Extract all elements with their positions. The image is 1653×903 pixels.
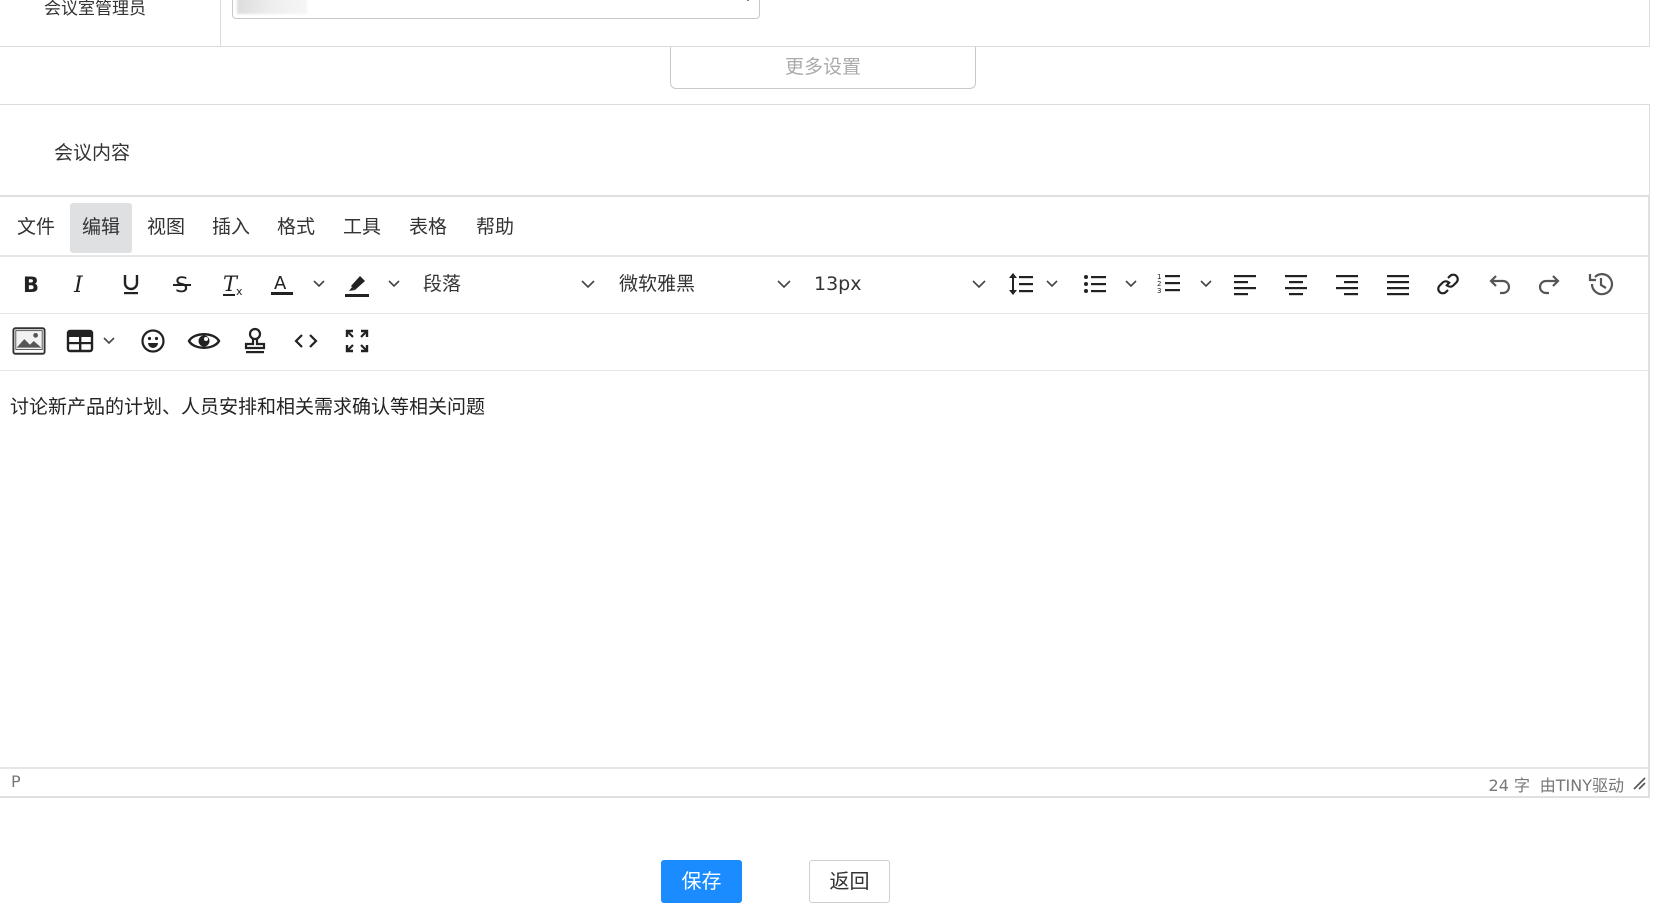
- bullet-list-icon[interactable]: [1078, 267, 1112, 301]
- more-settings-button[interactable]: 更多设置: [670, 47, 976, 89]
- selected-tag-blurred: [237, 0, 307, 14]
- menu-format[interactable]: 格式: [265, 203, 327, 253]
- back-button[interactable]: 返回: [809, 860, 890, 903]
- emoji-icon[interactable]: [136, 324, 170, 358]
- element-path[interactable]: P: [11, 772, 21, 791]
- chevron-down-icon[interactable]: [1197, 267, 1215, 301]
- block-format-select[interactable]: 段落: [423, 267, 596, 301]
- menu-help[interactable]: 帮助: [464, 203, 526, 253]
- chevron-down-icon[interactable]: [310, 267, 328, 301]
- text-color-icon[interactable]: A: [265, 267, 299, 301]
- svg-text:B: B: [23, 273, 39, 296]
- word-count[interactable]: 24 字: [1489, 772, 1530, 796]
- align-right-icon[interactable]: [1330, 267, 1364, 301]
- chevron-down-icon: [580, 267, 596, 301]
- line-height-icon[interactable]: [1004, 267, 1038, 301]
- font-size-select[interactable]: 13px: [814, 267, 987, 301]
- editor-content[interactable]: 讨论新产品的计划、人员安排和相关需求确认等相关问题: [10, 392, 485, 419]
- font-family-select[interactable]: 微软雅黑: [619, 267, 792, 301]
- editor-statusbar: P 24 字 由TINY驱动: [0, 767, 1648, 796]
- undo-icon[interactable]: [1482, 267, 1516, 301]
- bold-icon[interactable]: B: [13, 267, 47, 301]
- save-button[interactable]: 保存: [661, 860, 742, 903]
- meeting-room-admin-select[interactable]: ⌄: [232, 0, 760, 19]
- font-family-value: 微软雅黑: [619, 273, 696, 295]
- image-icon[interactable]: [12, 324, 46, 358]
- italic-icon[interactable]: I: [63, 267, 97, 301]
- meeting-room-admin-row: 会议室管理员 ⌄: [0, 0, 1650, 47]
- menu-view[interactable]: 视图: [135, 203, 197, 253]
- chevron-down-icon[interactable]: [1043, 267, 1061, 301]
- underline-icon[interactable]: [114, 267, 148, 301]
- font-size-value: 13px: [814, 273, 862, 295]
- numbered-list-icon[interactable]: 123: [1152, 267, 1186, 301]
- resize-handle-icon[interactable]: [1632, 775, 1646, 794]
- svg-text:x: x: [236, 285, 243, 297]
- menu-table[interactable]: 表格: [397, 203, 459, 253]
- block-format-value: 段落: [423, 273, 462, 295]
- clear-format-icon[interactable]: Tx: [216, 267, 250, 301]
- editor-menubar: 文件 编辑 视图 插入 格式 工具 表格 帮助: [0, 197, 1648, 257]
- fullscreen-icon[interactable]: [340, 324, 374, 358]
- svg-text:A: A: [274, 273, 287, 294]
- menu-tools[interactable]: 工具: [331, 203, 393, 253]
- meeting-room-admin-label: 会议室管理员: [44, 0, 146, 19]
- history-icon[interactable]: [1584, 267, 1618, 301]
- chevron-down-icon: [971, 267, 987, 301]
- chevron-down-icon[interactable]: [385, 267, 403, 301]
- link-icon[interactable]: [1431, 267, 1465, 301]
- align-left-icon[interactable]: [1228, 267, 1262, 301]
- strikethrough-icon[interactable]: S: [165, 267, 199, 301]
- chevron-down-icon: [776, 267, 792, 301]
- chevron-down-icon[interactable]: [100, 324, 118, 358]
- rich-text-editor: 文件 编辑 视图 插入 格式 工具 表格 帮助 B I S Tx A 段落 微软…: [0, 195, 1650, 798]
- svg-text:3: 3: [1157, 287, 1161, 295]
- redo-icon[interactable]: [1533, 267, 1567, 301]
- editor-toolbar-row1: B I S Tx A 段落 微软雅黑 13px 1 2 3: [0, 255, 1648, 314]
- code-icon[interactable]: [289, 324, 323, 358]
- chevron-down-icon: ⌄: [743, 0, 753, 4]
- menu-file[interactable]: 文件: [5, 203, 67, 253]
- menu-edit[interactable]: 编辑: [70, 203, 133, 253]
- svg-text:I: I: [73, 273, 84, 296]
- highlight-color-icon[interactable]: [340, 267, 374, 301]
- align-center-icon[interactable]: [1279, 267, 1313, 301]
- menu-insert[interactable]: 插入: [200, 203, 262, 253]
- stamp-icon[interactable]: [238, 324, 272, 358]
- chevron-down-icon[interactable]: [1122, 267, 1140, 301]
- powered-by-link[interactable]: 由TINY驱动: [1540, 772, 1624, 796]
- row-divider: [220, 0, 221, 47]
- meeting-content-label: 会议内容: [54, 142, 131, 164]
- table-icon[interactable]: [63, 324, 97, 358]
- preview-icon[interactable]: [187, 324, 221, 358]
- align-justify-icon[interactable]: [1381, 267, 1415, 301]
- editor-toolbar-row2: [0, 313, 1648, 371]
